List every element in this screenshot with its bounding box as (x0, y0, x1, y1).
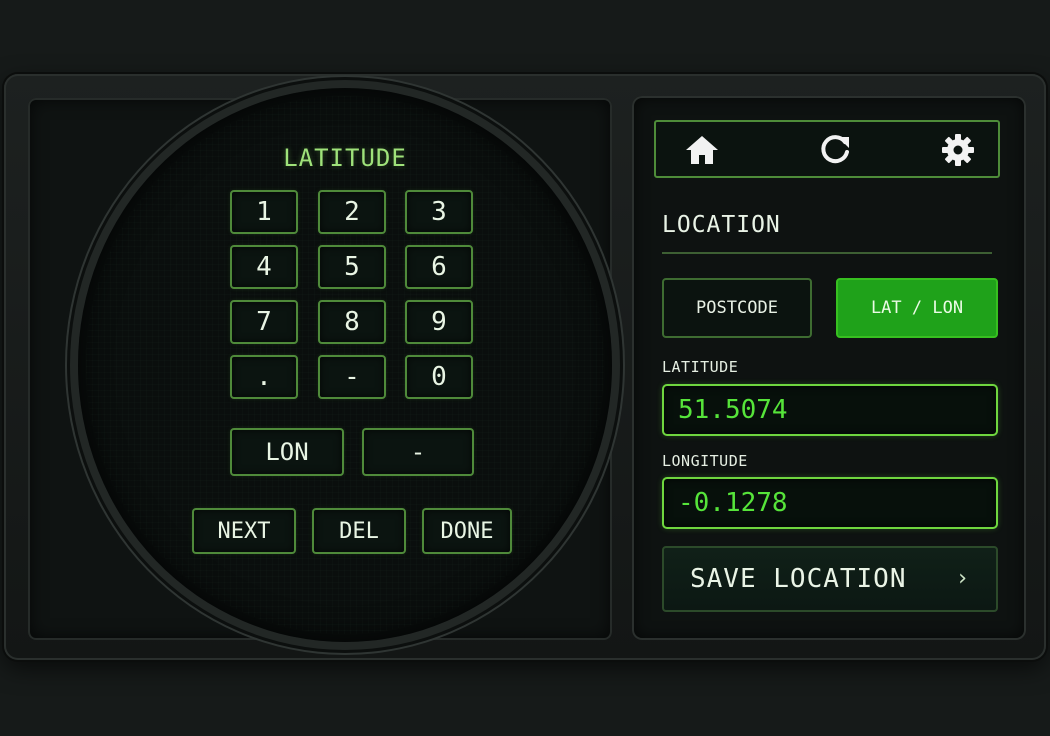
home-icon (686, 136, 718, 164)
latitude-label: LATITUDE (662, 358, 739, 376)
key-7[interactable]: 7 (230, 300, 298, 344)
key-minus[interactable]: - (318, 355, 386, 399)
key-9[interactable]: 9 (405, 300, 473, 344)
refresh-icon (821, 135, 849, 164)
toolbar (654, 120, 1000, 178)
delete-button[interactable]: DEL (312, 508, 406, 554)
key-0[interactable]: 0 (405, 355, 473, 399)
key-1[interactable]: 1 (230, 190, 298, 234)
sign-toggle-button[interactable]: - (362, 428, 474, 476)
key-6[interactable]: 6 (405, 245, 473, 289)
keypad-title: LATITUDE (283, 144, 407, 172)
done-button[interactable]: DONE (422, 508, 512, 554)
latlon-mode-button[interactable]: LAT / LON (836, 278, 998, 338)
home-button[interactable] (680, 130, 724, 170)
key-2[interactable]: 2 (318, 190, 386, 234)
chevron-right-icon: › (955, 566, 970, 591)
longitude-label: LONGITUDE (662, 452, 748, 470)
location-title: LOCATION (662, 212, 781, 238)
gear-icon (942, 134, 974, 166)
switch-lon-button[interactable]: LON (230, 428, 344, 476)
postcode-mode-button[interactable]: POSTCODE (662, 278, 812, 338)
refresh-button[interactable] (813, 130, 857, 170)
save-location-button[interactable]: SAVE LOCATION › (662, 546, 998, 612)
key-decimal[interactable]: . (230, 355, 298, 399)
keypad-dial: LATITUDE 1 2 3 4 5 6 7 8 9 . - 0 LON - N… (78, 88, 612, 642)
settings-button[interactable] (936, 130, 980, 170)
longitude-field[interactable]: -0.1278 (662, 477, 998, 529)
next-button[interactable]: NEXT (192, 508, 296, 554)
key-8[interactable]: 8 (318, 300, 386, 344)
latitude-field[interactable]: 51.5074 (662, 384, 998, 436)
location-divider (662, 252, 992, 254)
key-3[interactable]: 3 (405, 190, 473, 234)
key-4[interactable]: 4 (230, 245, 298, 289)
save-location-label: SAVE LOCATION (690, 564, 907, 594)
key-5[interactable]: 5 (318, 245, 386, 289)
